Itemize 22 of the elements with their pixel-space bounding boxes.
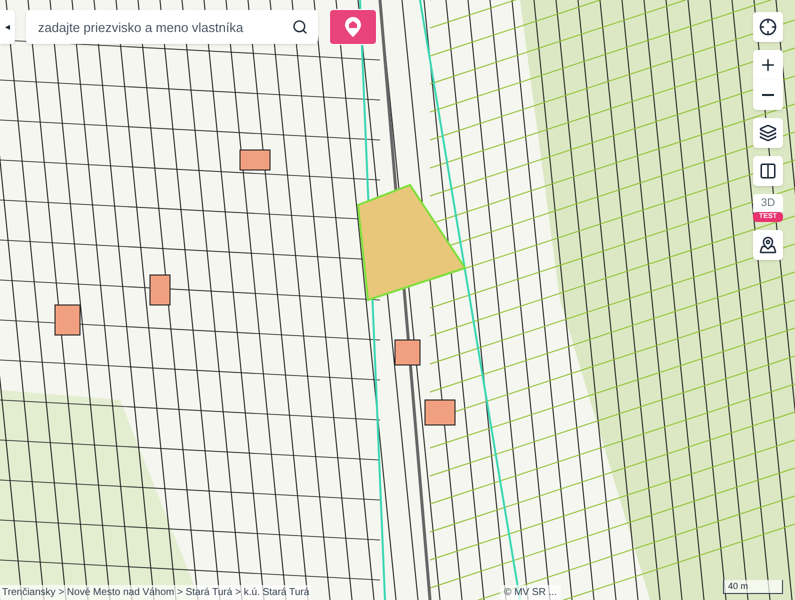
scale-bar: 40 m (723, 580, 783, 594)
map-marker-icon (345, 17, 361, 37)
zoom-in-button[interactable] (753, 50, 783, 80)
locate-parcel-button[interactable] (329, 9, 377, 45)
plus-icon (759, 56, 777, 74)
collapse-button[interactable]: ◂ (0, 10, 15, 44)
map-pin-icon (759, 236, 777, 254)
3d-button[interactable]: 3D (753, 194, 783, 212)
zoom-out-button[interactable] (753, 80, 783, 110)
minus-icon (762, 94, 774, 96)
split-view-icon (759, 162, 777, 180)
layers-button[interactable] (753, 118, 783, 148)
compare-button[interactable] (753, 156, 783, 186)
attribution-text: © MV SR ... (500, 585, 561, 600)
crosshair-icon (759, 18, 777, 36)
locate-button[interactable] (753, 12, 783, 42)
search-icon (292, 19, 308, 35)
breadcrumb-text: Trenčiansky > Nové Mesto nad Váhom > Stará Turá > k.ú. Stará Turá (0, 585, 312, 600)
search-field[interactable]: zadajte priezvisko a meno vlastníka (26, 10, 282, 44)
layers-icon (759, 124, 777, 142)
photo-map-button[interactable] (753, 230, 783, 260)
search-button[interactable] (282, 10, 318, 44)
